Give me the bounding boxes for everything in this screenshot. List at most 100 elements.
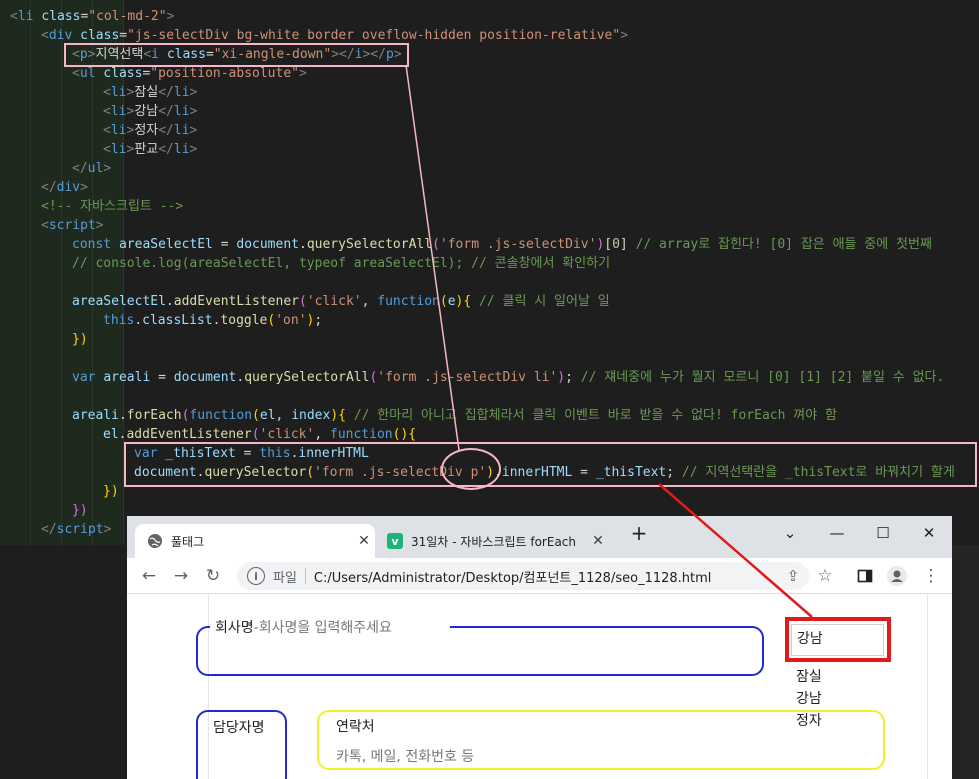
code-token: // console.log(areaSelectEl, typeof area… — [72, 256, 611, 271]
code-token: > — [80, 180, 88, 195]
minimize-button[interactable]: — — [817, 520, 857, 546]
code-token: e — [447, 294, 456, 309]
code-token: ( — [298, 294, 307, 309]
code-token: < — [103, 104, 111, 119]
area-option[interactable]: 강남 — [796, 688, 822, 710]
code-token: [ — [604, 237, 613, 252]
tab-title: 31일차 - 자바스크립트 forEach — [411, 534, 577, 549]
code-token: var — [72, 370, 96, 385]
tab-title: 풀태그 — [171, 534, 205, 549]
close-tab-icon[interactable]: ✕ — [587, 533, 609, 549]
code-token: script — [56, 522, 104, 537]
highlight-p-tag — [64, 43, 409, 67]
globe-icon — [147, 533, 163, 549]
code-token: < — [103, 85, 111, 100]
code-token: > — [103, 522, 112, 537]
code-token: . — [299, 237, 307, 252]
code-line: </ul> — [72, 159, 111, 178]
code-token: > — [189, 104, 198, 119]
code-token: ( — [439, 294, 448, 309]
code-token: 'click' — [259, 427, 315, 442]
code-token: areaSelectEl — [118, 237, 213, 252]
info-icon[interactable]: i — [247, 567, 265, 585]
side-panel-icon[interactable] — [853, 564, 877, 588]
code-token: 잠실 — [134, 85, 159, 100]
tab-active[interactable]: 풀태그 ✕ — [135, 524, 375, 558]
code-token: 'click' — [306, 294, 362, 309]
area-option[interactable]: 정자 — [796, 710, 822, 732]
code-token: querySelectorAll — [244, 370, 370, 385]
code-editor[interactable]: <li class="col-md-2"> <div class="js-sele… — [0, 0, 979, 545]
new-tab-button[interactable]: + — [619, 520, 659, 546]
code-token: </ — [158, 104, 174, 119]
code-token: li — [173, 104, 190, 119]
code-token: forEach — [126, 408, 182, 423]
code-token: toggle — [220, 313, 268, 328]
share-icon[interactable]: ⇪ — [781, 564, 805, 588]
star-icon[interactable]: ☆ — [813, 564, 837, 588]
more-menu-icon[interactable]: ⋮ — [919, 564, 943, 588]
divider — [304, 568, 306, 584]
url-text: C:/Users/Administrator/Desktop/컴포넌트_1128… — [313, 570, 712, 586]
profile-avatar-icon[interactable] — [885, 564, 909, 588]
tab-search-chevron-icon[interactable]: ⌄ — [770, 520, 810, 546]
code-token: }) — [103, 484, 119, 499]
area-option-list: 잠실 강남 정자 — [796, 666, 822, 732]
code-token: 'form .js-selectDiv' — [439, 237, 597, 252]
indent-guide — [0, 0, 31, 545]
code-token: 판교 — [134, 142, 159, 157]
company-fieldset[interactable]: 회사명-회사명을 입력해주세요 — [196, 617, 764, 676]
code-token: </ — [158, 85, 174, 100]
code-token: "js-selectDiv bg-white border oveflow-hi… — [127, 28, 621, 43]
code-line: }) — [72, 501, 88, 520]
code-token: ( — [252, 408, 260, 423]
code-line: var areali = document.querySelectorAll('… — [72, 368, 944, 387]
code-token: li — [110, 142, 127, 157]
contact-placeholder: 카톡, 메일, 전화번호 등 — [336, 749, 475, 765]
forward-arrow-icon[interactable]: → — [169, 564, 193, 588]
code-token: ul — [87, 161, 104, 176]
code-token: > — [166, 9, 175, 24]
code-line: <li>판교</li> — [103, 140, 197, 159]
code-token: // 쟤네중에 누가 뭘지 모르니 [0] [1] [2] 붙일 수 없다. — [580, 370, 945, 385]
code-token: < — [103, 123, 111, 138]
reload-icon[interactable]: ↻ — [201, 564, 225, 588]
address-bar[interactable]: i 파일 C:/Users/Administrator/Desktop/컴포넌트… — [237, 562, 809, 590]
code-token: </ — [41, 180, 57, 195]
close-tab-icon[interactable]: ✕ — [353, 533, 375, 549]
company-legend: 회사명-회사명을 입력해주세요 — [210, 617, 451, 637]
code-token: = — [150, 370, 174, 385]
code-token: li — [110, 85, 127, 100]
code-token: el — [259, 408, 276, 423]
code-token: 0 — [612, 237, 620, 252]
maximize-button[interactable]: ☐ — [863, 520, 903, 546]
highlight-circle-p — [441, 448, 501, 490]
editor-scroll-area — [952, 545, 979, 779]
code-token: li — [110, 123, 127, 138]
close-window-button[interactable]: ✕ — [909, 520, 949, 546]
code-token: li — [17, 9, 34, 24]
area-option[interactable]: 잠실 — [796, 666, 822, 688]
code-token: () — [392, 427, 409, 442]
red-highlight-box — [785, 617, 891, 662]
code-line: <li class="col-md-2"> — [10, 7, 174, 26]
code-token: > — [189, 123, 198, 138]
code-token: 강남 — [134, 104, 159, 119]
code-line: areali.forEach(function(el, index){ // 한… — [72, 406, 837, 425]
code-line: this.classList.toggle('on'); — [103, 311, 322, 330]
code-token: ul — [79, 66, 96, 81]
tab-inactive[interactable]: v 31일차 - 자바스크립트 forEach ✕ — [375, 524, 609, 558]
code-token: < — [41, 218, 49, 233]
code-token: . — [165, 294, 174, 309]
code-token: < — [72, 66, 80, 81]
indent-guide — [31, 0, 62, 545]
manager-fieldset[interactable]: 담당자명 — [196, 710, 287, 779]
code-token: > — [189, 142, 198, 157]
code-token: ) — [557, 370, 566, 385]
code-token: document — [236, 237, 299, 252]
back-arrow-icon[interactable]: ← — [137, 564, 161, 588]
